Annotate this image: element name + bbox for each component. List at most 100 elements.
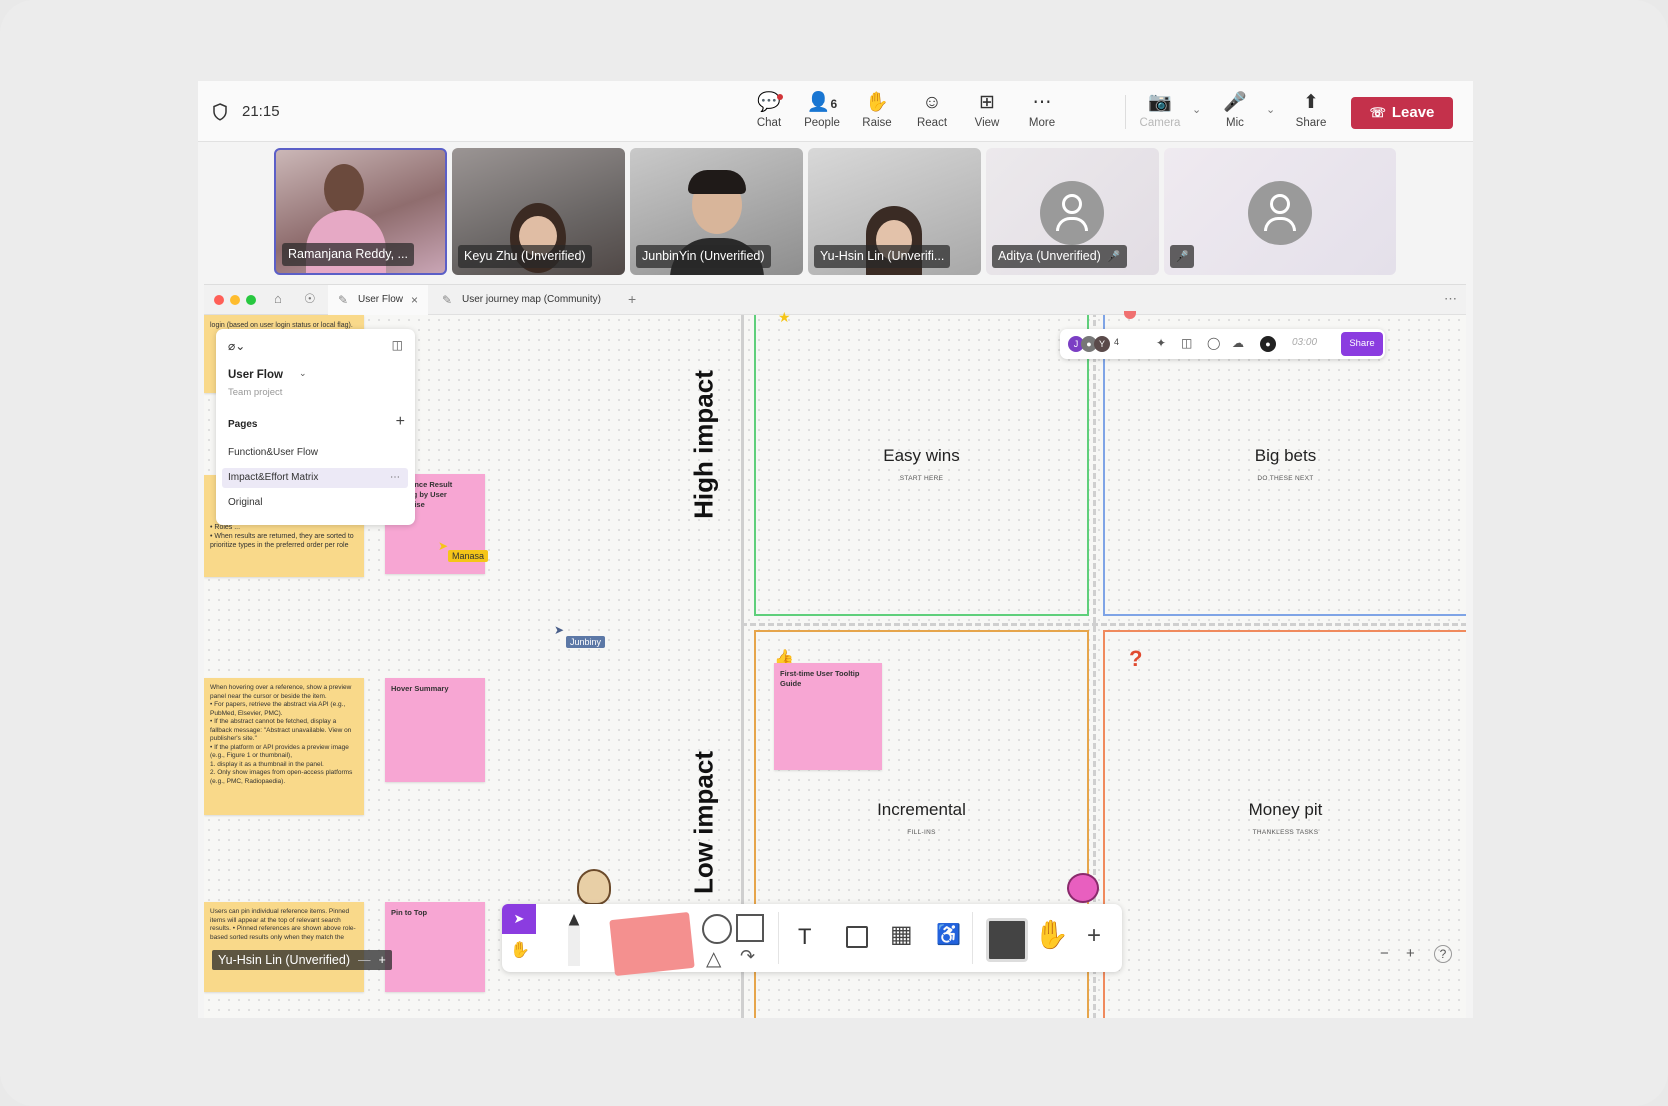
shared-screen-figjam: ⌂ ☉ ✎ User Flow × ✎ User journey map (Co… (204, 284, 1466, 1018)
people-button[interactable]: 👤6 People (796, 90, 848, 136)
meeting-timer: 21:15 (242, 103, 280, 120)
share-button[interactable]: ⬆ Share (1285, 90, 1337, 136)
circle-shape-icon[interactable] (702, 914, 732, 944)
participant-tile[interactable]: Ramanjana Reddy, ... (274, 148, 447, 275)
raise-hand-button[interactable]: ✋ Raise (851, 90, 903, 136)
react-button[interactable]: ☺ React (906, 90, 958, 136)
collaborator-cursor-label: Manasa (448, 550, 489, 562)
mic-options-chevron-icon[interactable]: ⌄ (1266, 103, 1275, 116)
quadrant-title: Easy wins (883, 446, 960, 465)
camera-off-icon: 📷 (1148, 92, 1172, 113)
hand-tool-icon[interactable]: ✋ (510, 940, 530, 960)
sticky-note[interactable]: Pin to Top (385, 902, 485, 992)
chevron-down-icon[interactable]: ⌄ (299, 368, 307, 379)
cloud-icon[interactable]: ☁ (1232, 336, 1244, 350)
home-icon[interactable]: ⌂ (274, 291, 282, 306)
people-icon: 👤6 (806, 92, 838, 113)
participant-name: Aditya (Unverified) 🎤 (992, 245, 1127, 268)
marker-tool-icon[interactable] (568, 914, 580, 966)
rectangle-shape-icon[interactable] (736, 914, 764, 942)
participant-name: Keyu Zhu (Unverified) (458, 245, 592, 268)
tab-user-journey-map[interactable]: ✎ User journey map (Community) (432, 285, 612, 315)
file-team: Team project (228, 387, 283, 398)
help-icon[interactable]: ? (1434, 945, 1452, 963)
table-tool-icon[interactable]: ▦ (890, 920, 913, 949)
sticky-note[interactable]: Hover Summary (385, 678, 485, 782)
participant-tile[interactable]: JunbinYin (Unverified) (630, 148, 803, 275)
tab-user-flow[interactable]: ✎ User Flow × (328, 285, 428, 315)
axis-label-high-impact: High impact (688, 370, 719, 519)
mic-off-icon: 🎤 (1175, 251, 1189, 263)
minimize-icon[interactable]: — (358, 953, 371, 967)
minimize-window-icon[interactable] (230, 295, 240, 305)
sticky-note-tool-icon[interactable] (609, 911, 695, 977)
quadrant-easy-wins[interactable]: Easy wins START HERE ★ (754, 309, 1089, 616)
text-tool-icon[interactable]: T (798, 924, 811, 950)
participant-name: JunbinYin (Unverified) (636, 245, 771, 268)
mic-off-icon: 🎤 (1223, 92, 1247, 113)
window-more-icon[interactable]: ⋯ (1444, 291, 1457, 307)
file-name[interactable]: User Flow (228, 369, 283, 381)
figjam-left-panel: ⌀⌄ ◫ User Flow ⌄ Team project Pages + Fu… (216, 329, 415, 525)
avatar[interactable]: Y (1094, 336, 1110, 352)
camera-options-chevron-icon[interactable]: ⌄ (1192, 103, 1201, 116)
page-item[interactable]: Original (222, 493, 408, 513)
figjam-logo-icon[interactable]: ⌀⌄ (228, 339, 245, 353)
expand-plus-icon[interactable]: + (379, 953, 386, 967)
leave-button[interactable]: ☏ Leave (1351, 97, 1453, 129)
page-more-icon[interactable]: ⋯ (390, 468, 400, 488)
figjam-file-icon: ✎ (338, 293, 349, 307)
close-tab-icon[interactable]: × (411, 285, 418, 315)
triangle-shape-icon[interactable]: △ (706, 946, 721, 971)
select-cursor-icon[interactable]: ➤ (502, 904, 536, 934)
participant-tile[interactable]: Keyu Zhu (Unverified) (452, 148, 625, 275)
view-button[interactable]: ⊞ View (961, 90, 1013, 136)
chat-icon: 💬 (743, 90, 795, 116)
shield-icon (213, 103, 227, 121)
wave-hand-icon[interactable]: ✋ (1034, 918, 1069, 951)
camera-button[interactable]: 📷 Camera (1134, 90, 1186, 136)
axis-label-low-impact: Low impact (688, 751, 719, 895)
participant-tile[interactable]: 🎤 (1164, 148, 1396, 275)
question-mark-icon: ? (1129, 646, 1143, 671)
new-tab-plus-icon[interactable]: + (628, 291, 636, 307)
sticky-note[interactable]: First-time User Tooltip Guide (774, 663, 882, 770)
participant-tile[interactable]: Yu-Hsin Lin (Unverifi... (808, 148, 981, 275)
close-window-icon[interactable] (214, 295, 224, 305)
add-page-plus-icon[interactable]: + (396, 413, 405, 431)
figjam-collab-toolbar: J ● Y 4 ✦ ◫ ◯ ☁ ● 03:00 Share (1060, 329, 1385, 359)
connector-arrow-icon[interactable]: ↷ (740, 946, 755, 967)
mic-button[interactable]: 🎤 Mic (1209, 90, 1261, 136)
camera-sticker-tool-icon[interactable] (986, 918, 1028, 962)
chat-button[interactable]: 💬 Chat (743, 90, 795, 136)
page-item-selected[interactable]: Impact&Effort Matrix ⋯ (222, 468, 408, 488)
more-button[interactable]: ⋯ More (1016, 90, 1068, 136)
timer[interactable]: 03:00 (1292, 337, 1317, 348)
sidebar-toggle-icon[interactable]: ◫ (392, 338, 403, 352)
globe-icon[interactable]: ☉ (304, 291, 316, 307)
quadrant-big-bets[interactable]: Big bets DO THESE NEXT (1103, 315, 1466, 616)
collaborator-count[interactable]: 4 (1114, 337, 1119, 347)
sticky-note[interactable]: When hovering over a reference, show a p… (204, 678, 364, 815)
sticky-note[interactable]: Users can pin individual reference items… (204, 902, 364, 992)
figjam-share-button[interactable]: Share (1341, 332, 1383, 356)
page-item[interactable]: Function&User Flow (222, 443, 408, 463)
maximize-window-icon[interactable] (246, 295, 256, 305)
quadrant-subtitle: FILL-INS (907, 829, 936, 836)
comment-icon[interactable]: ◯ (1207, 336, 1220, 350)
dog-sticker-icon[interactable] (577, 869, 611, 905)
section-tool-icon[interactable] (846, 926, 868, 948)
stamp-tool-icon[interactable]: ♿ (936, 922, 961, 947)
participant-tile[interactable]: Aditya (Unverified) 🎤 (986, 148, 1159, 275)
cursor-arrow-icon: ➤ (554, 623, 565, 637)
more-tools-plus-icon[interactable]: + (1087, 922, 1101, 950)
party-sticker-icon[interactable] (1067, 873, 1099, 903)
ai-sparkle-icon[interactable]: ✦ (1156, 336, 1166, 350)
quadrant-title: Money pit (1248, 800, 1323, 819)
avatar[interactable]: ● (1260, 336, 1276, 352)
figjam-creation-toolbar: ➤ ✋ △ ↷ T ▦ ♿ ✋ + (502, 904, 1122, 977)
zoom-out-icon[interactable]: − (1380, 945, 1389, 962)
zoom-in-icon[interactable]: + (1406, 945, 1415, 962)
layout-icon[interactable]: ◫ (1181, 336, 1192, 350)
figjam-file-icon: ✎ (442, 293, 453, 307)
